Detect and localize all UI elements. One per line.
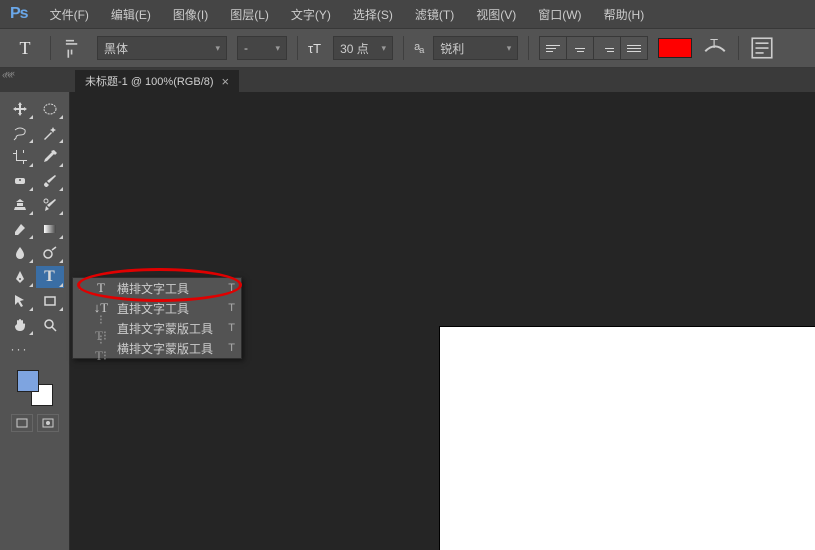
- move-tool[interactable]: [6, 98, 34, 120]
- document-canvas[interactable]: [440, 327, 815, 550]
- healing-brush-tool[interactable]: [6, 170, 34, 192]
- history-brush-tool[interactable]: [36, 194, 64, 216]
- menu-file[interactable]: 文件(F): [40, 2, 99, 27]
- font-style-value: -: [244, 41, 248, 55]
- menu-view[interactable]: 视图(V): [466, 2, 526, 27]
- horizontal-mask-type-icon: ⁝T⁝: [93, 332, 109, 364]
- menu-select[interactable]: 选择(S): [343, 2, 403, 27]
- magic-wand-tool[interactable]: [36, 122, 64, 144]
- chevron-down-icon: ▾: [275, 43, 280, 54]
- character-panel-button[interactable]: [749, 37, 775, 59]
- edit-toolbar[interactable]: ···: [6, 338, 34, 360]
- document-tab-title: 未标题-1 @ 100%(RGB/8): [85, 73, 214, 89]
- standard-mode-button[interactable]: [11, 414, 33, 432]
- app-logo: Ps: [6, 5, 38, 23]
- pen-tool[interactable]: [6, 266, 34, 288]
- rectangle-tool[interactable]: [36, 290, 64, 312]
- flyout-item-horizontal-type[interactable]: ▪ T 横排文字工具 T: [73, 278, 241, 298]
- horizontal-type-icon: T: [93, 280, 109, 296]
- flyout-label: 直排文字工具: [117, 300, 220, 317]
- menu-edit[interactable]: 编辑(E): [101, 2, 161, 27]
- warp-text-button[interactable]: T: [702, 37, 728, 59]
- flyout-shortcut: T: [228, 282, 235, 294]
- font-family-select[interactable]: 黑体 ▾: [97, 36, 227, 60]
- align-group: [539, 36, 648, 60]
- spacer: [36, 338, 64, 360]
- close-icon[interactable]: ×: [222, 74, 230, 89]
- align-center-button[interactable]: [567, 37, 593, 59]
- align-left-button[interactable]: [540, 37, 566, 59]
- flyout-item-horizontal-mask-type[interactable]: ⁝T⁝ 横排文字蒙版工具 T: [73, 338, 241, 358]
- flyout-shortcut: T: [228, 342, 235, 354]
- menu-filter[interactable]: 滤镜(T): [405, 2, 464, 27]
- flyout-shortcut: T: [228, 302, 235, 314]
- flyout-label: 横排文字工具: [117, 280, 220, 297]
- font-style-select[interactable]: - ▾: [237, 36, 287, 60]
- quickmask-mode-button[interactable]: [37, 414, 59, 432]
- menu-layer[interactable]: 图层(L): [220, 2, 279, 27]
- antialias-select[interactable]: 锐利 ▾: [433, 36, 518, 60]
- chevron-down-icon: ▾: [382, 43, 387, 54]
- flyout-shortcut: T: [228, 322, 235, 334]
- divider: [403, 36, 404, 60]
- crop-tool[interactable]: [6, 146, 34, 168]
- flyout-label: 直排文字蒙版工具: [117, 320, 220, 337]
- toolbox: T ···: [6, 98, 64, 360]
- path-select-tool[interactable]: [6, 290, 34, 312]
- divider: [738, 36, 739, 60]
- active-dot-icon: ▪: [79, 284, 85, 293]
- zoom-tool[interactable]: [36, 314, 64, 336]
- divider: [528, 36, 529, 60]
- quickmask-row: [11, 414, 59, 432]
- hand-tool[interactable]: [6, 314, 34, 336]
- svg-text:T: T: [710, 36, 718, 51]
- menu-image[interactable]: 图像(I): [163, 2, 218, 27]
- type-tool[interactable]: T: [36, 266, 64, 288]
- toolbox-panel: «« T ···: [0, 92, 70, 550]
- text-orientation-toggle[interactable]: [61, 37, 87, 59]
- color-swatches[interactable]: [17, 370, 53, 406]
- menu-type[interactable]: 文字(Y): [281, 2, 341, 27]
- panel-handle[interactable]: ««: [2, 70, 13, 81]
- divider: [297, 36, 298, 60]
- options-bar: T 黑体 ▾ - ▾ τT 30 点 ▾ aa 锐利 ▾ T: [0, 28, 815, 68]
- marquee-tool[interactable]: [36, 98, 64, 120]
- current-tool-icon: T: [10, 35, 40, 61]
- flyout-label: 横排文字蒙版工具: [117, 340, 220, 357]
- font-family-value: 黑体: [104, 40, 128, 57]
- brush-tool[interactable]: [36, 170, 64, 192]
- menu-help[interactable]: 帮助(H): [594, 2, 655, 27]
- antialias-value: 锐利: [440, 40, 464, 57]
- type-tool-flyout: ▪ T 横排文字工具 T ↓T 直排文字工具 T ⁝T⁝ 直排文字蒙版工具 T …: [72, 277, 242, 359]
- document-tab[interactable]: 未标题-1 @ 100%(RGB/8) ×: [75, 70, 239, 92]
- divider: [50, 36, 51, 60]
- menu-window[interactable]: 窗口(W): [528, 2, 591, 27]
- dodge-tool[interactable]: [36, 242, 64, 264]
- font-size-value: 30 点: [340, 40, 369, 57]
- chevron-down-icon: ▾: [507, 43, 512, 54]
- chevron-down-icon: ▾: [215, 43, 220, 54]
- text-color-swatch[interactable]: [658, 38, 692, 58]
- blur-tool[interactable]: [6, 242, 34, 264]
- antialias-icon: aa: [414, 41, 423, 55]
- font-size-select[interactable]: 30 点 ▾: [333, 36, 393, 60]
- eraser-tool[interactable]: [6, 218, 34, 240]
- foreground-color[interactable]: [17, 370, 39, 392]
- gradient-tool[interactable]: [36, 218, 64, 240]
- eyedropper-tool[interactable]: [36, 146, 64, 168]
- menu-bar: Ps 文件(F) 编辑(E) 图像(I) 图层(L) 文字(Y) 选择(S) 滤…: [0, 0, 815, 28]
- clone-stamp-tool[interactable]: [6, 194, 34, 216]
- align-right-button[interactable]: [594, 37, 620, 59]
- font-size-icon: τT: [308, 41, 321, 56]
- lasso-tool[interactable]: [6, 122, 34, 144]
- document-tab-bar: 未标题-1 @ 100%(RGB/8) ×: [0, 68, 815, 92]
- align-justify-button[interactable]: [621, 37, 647, 59]
